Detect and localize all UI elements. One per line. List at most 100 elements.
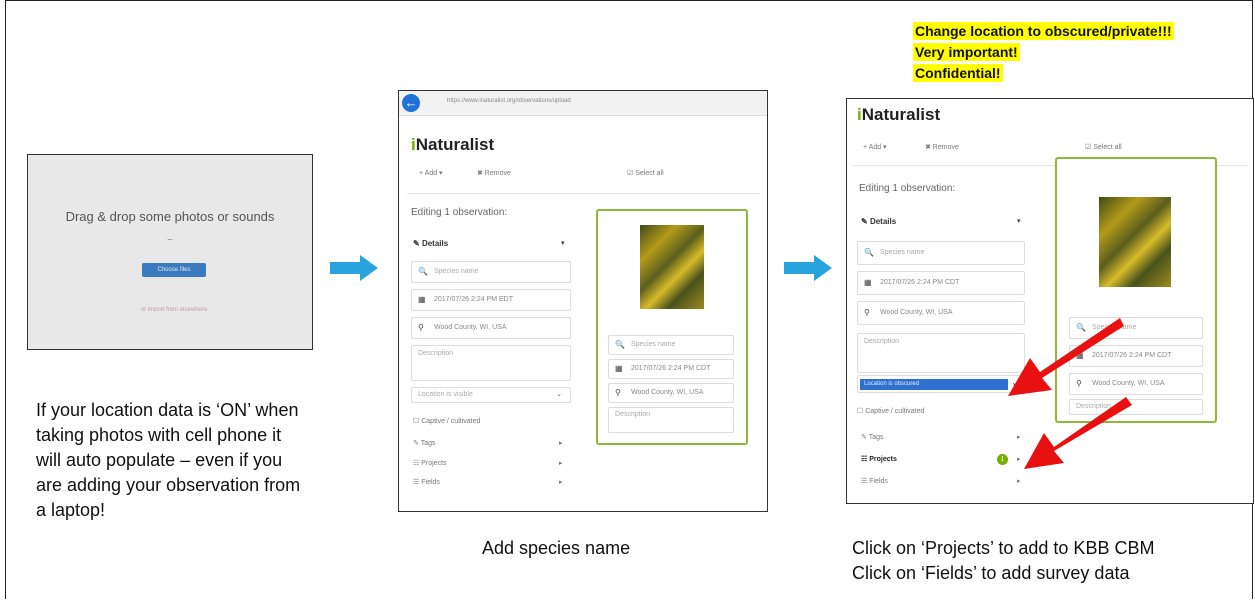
- tags-label: Tags: [868, 434, 884, 441]
- caption-line: a laptop!: [36, 500, 106, 520]
- caret-right-icon[interactable]: ▸: [559, 439, 563, 447]
- map-pin-icon: ⚲: [864, 308, 870, 317]
- add-menu[interactable]: + Add ▾: [419, 169, 443, 177]
- details-section[interactable]: ✎ Details: [413, 239, 448, 248]
- tag-icon: ✎: [413, 440, 419, 447]
- inaturalist-logo: iNaturalist: [411, 135, 495, 154]
- select-all-label: Select all: [1093, 144, 1122, 151]
- inaturalist-logo: iNaturalist: [857, 105, 941, 124]
- geoprivacy-selected-value: Location is obscured: [860, 379, 1008, 390]
- search-icon: 🔍: [615, 340, 625, 349]
- caption-line: taking photos with cell phone it: [36, 425, 282, 445]
- details-label: Details: [421, 239, 449, 248]
- caret-right-icon[interactable]: ▸: [559, 459, 563, 467]
- tag-icon: ✎: [861, 434, 867, 441]
- details-section[interactable]: ✎ Details: [861, 217, 896, 226]
- captive-checkbox[interactable]: ☐ Captive / cultivated: [857, 407, 924, 415]
- caret-down-icon[interactable]: ▾: [1017, 217, 1021, 225]
- select-all-checkbox[interactable]: ☑ Select all: [1085, 143, 1122, 151]
- description-textarea[interactable]: Description: [411, 345, 571, 381]
- add-menu[interactable]: + Add ▾: [863, 143, 887, 151]
- location-value: Wood County, WI, USA: [434, 324, 507, 331]
- right-arrow-icon: [330, 255, 378, 281]
- card-species-input[interactable]: 🔍 Species name: [608, 335, 734, 355]
- details-label: Details: [869, 217, 897, 226]
- observation-card[interactable]: 🔍 Species name ▦ 2017/07/26 2:24 PM CDT ⚲ W…: [596, 209, 748, 445]
- projects-label: Projects: [869, 456, 897, 463]
- drag-drop-text: Drag & drop some photos or sounds: [65, 209, 275, 224]
- date-input[interactable]: ▦ 2017/07/26 2:24 PM CDT: [857, 271, 1025, 295]
- calendar-icon: ▦: [864, 278, 872, 287]
- right-arrow-icon: [784, 255, 832, 281]
- card-species-placeholder: Species name: [631, 341, 676, 348]
- divider: [407, 193, 759, 194]
- calendar-icon: ▦: [418, 295, 426, 304]
- editor-screenshot-species: ← https://www.inaturalist.org/observatio…: [398, 90, 768, 512]
- captive-label: Captive / cultivated: [865, 408, 925, 415]
- remove-button[interactable]: ✖ Remove: [477, 169, 511, 177]
- caption-line: Click on ‘Projects’ to add to KBB CBM: [852, 538, 1155, 558]
- card-location-input[interactable]: ⚲ Wood County, WI, USA: [608, 383, 734, 403]
- projects-icon: ☷: [861, 456, 868, 463]
- fields-icon: ☰: [861, 478, 868, 485]
- fields-icon: ☰: [413, 479, 420, 486]
- projects-count-badge: 1: [997, 454, 1008, 465]
- search-icon: 🔍: [418, 267, 428, 276]
- geoprivacy-select[interactable]: Location is visible ⌄: [411, 387, 571, 403]
- tags-label: Tags: [420, 440, 436, 447]
- card-date-input[interactable]: ▦ 2017/07/26 2:24 PM CDT: [608, 359, 734, 379]
- captive-checkbox[interactable]: ☐ Captive / cultivated: [413, 417, 480, 425]
- red-arrow-icon: [1024, 397, 1132, 469]
- species-placeholder: Species name: [434, 268, 479, 275]
- geoprivacy-value: Location is visible: [418, 391, 473, 398]
- location-input[interactable]: ⚲ Wood County, WI, USA: [411, 317, 571, 339]
- editing-count: Editing 1 observation:: [859, 183, 956, 194]
- captive-label: Captive / cultivated: [421, 418, 481, 425]
- caption-projects-fields: Click on ‘Projects’ to add to KBB CBM Cl…: [852, 536, 1154, 586]
- projects-icon: ☷: [413, 460, 420, 467]
- card-description[interactable]: Description: [608, 407, 734, 433]
- location-value: Wood County, WI, USA: [880, 309, 953, 316]
- projects-section[interactable]: ☷ Projects: [413, 459, 447, 467]
- or-separator: ~: [167, 235, 173, 246]
- card-location-value: Wood County, WI, USA: [631, 389, 704, 396]
- tags-section[interactable]: ✎ Tags: [413, 439, 436, 447]
- remove-button[interactable]: ✖ Remove: [925, 143, 959, 151]
- note-obscure-location: Change location to obscured/private!!!: [913, 22, 1174, 40]
- fields-section[interactable]: ☰ Fields: [413, 478, 440, 486]
- species-input[interactable]: 🔍 Species name: [857, 241, 1025, 265]
- caret-down-icon[interactable]: ▾: [561, 239, 565, 247]
- card-date-value: 2017/07/26 2:24 PM CDT: [631, 365, 711, 372]
- fields-label: Fields: [421, 479, 440, 486]
- note-very-important: Very important!: [913, 43, 1020, 61]
- select-all-checkbox[interactable]: ☑ Select all: [627, 169, 664, 177]
- caption-add-species: Add species name: [482, 538, 631, 558]
- choose-files-button[interactable]: Choose files: [142, 263, 206, 277]
- back-icon[interactable]: ←: [402, 94, 420, 112]
- projects-label: Projects: [421, 460, 447, 467]
- caption-line: Click on ‘Fields’ to add survey data: [852, 563, 1130, 583]
- url-bar[interactable]: https://www.inaturalist.org/observations…: [447, 98, 571, 104]
- upload-dropzone-screenshot: Drag & drop some photos or sounds ~ Choo…: [27, 154, 313, 350]
- map-pin-icon: ⚲: [615, 388, 621, 397]
- fields-section[interactable]: ☰ Fields: [861, 477, 888, 485]
- editing-count: Editing 1 observation:: [411, 207, 508, 218]
- species-input[interactable]: 🔍 Species name: [411, 261, 571, 283]
- select-all-label: Select all: [635, 170, 664, 177]
- date-input[interactable]: ▦ 2017/07/26 2:24 PM EDT: [411, 289, 571, 311]
- date-value: 2017/07/26 2:24 PM EDT: [434, 296, 513, 303]
- fields-label: Fields: [869, 478, 888, 485]
- projects-section[interactable]: ☷ Projects: [861, 455, 897, 463]
- tags-section[interactable]: ✎ Tags: [861, 433, 884, 441]
- caret-right-icon[interactable]: ▸: [559, 478, 563, 486]
- map-pin-icon: ⚲: [418, 323, 424, 332]
- observation-photo: [1099, 197, 1171, 287]
- caption-location-data: If your location data is ‘ON’ when takin…: [36, 398, 300, 523]
- species-placeholder: Species name: [880, 249, 925, 256]
- chevron-down-icon: ⌄: [556, 391, 562, 398]
- import-link[interactable]: or import from elsewhere: [140, 307, 208, 313]
- note-confidential: Confidential!: [913, 64, 1003, 82]
- observation-photo: [640, 225, 704, 309]
- date-value: 2017/07/26 2:24 PM CDT: [880, 279, 960, 286]
- search-icon: 🔍: [864, 248, 874, 257]
